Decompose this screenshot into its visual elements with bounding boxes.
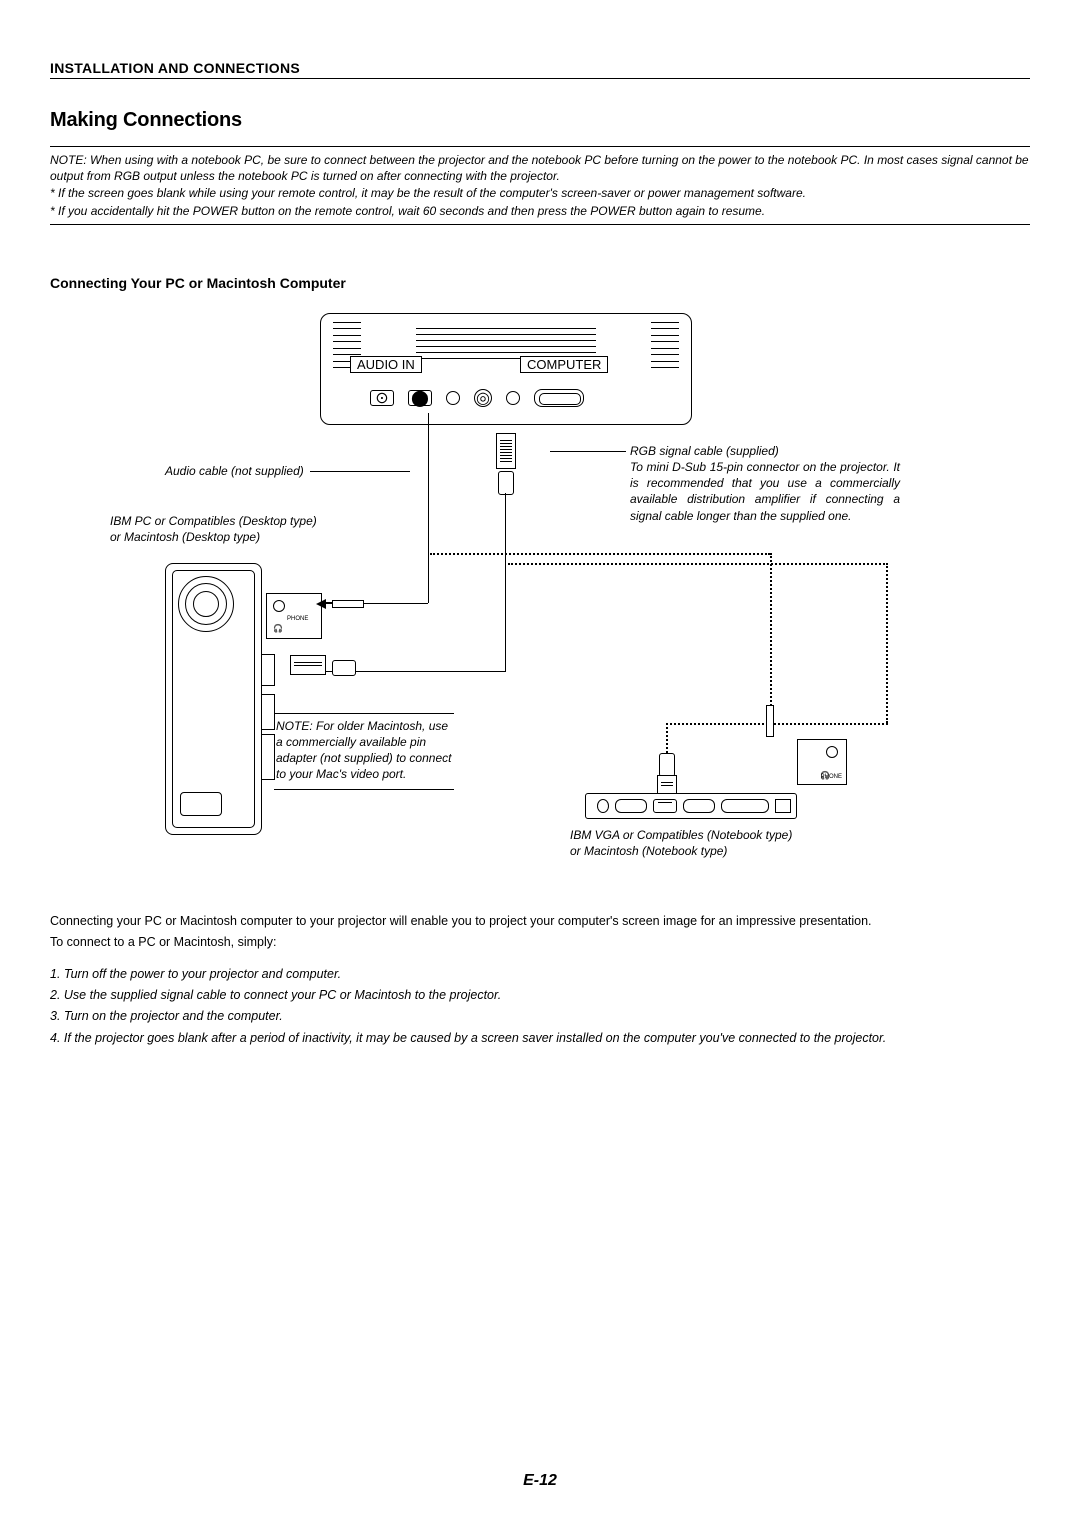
cable-line: [300, 671, 506, 672]
note-label: NOTE:: [50, 153, 87, 167]
port-icon: [597, 799, 609, 813]
cable-dashed: [886, 563, 888, 723]
subheading: Connecting Your PC or Macintosh Computer: [50, 275, 1030, 291]
leader-line: [310, 471, 410, 472]
notebook-pc-icon: [585, 793, 797, 819]
paragraph: Connecting your PC or Macintosh computer…: [50, 914, 872, 928]
vga-connector-icon: [496, 433, 516, 469]
port-icon: [653, 799, 677, 813]
label-notebook: IBM VGA or Compatibles (Notebook type) o…: [570, 827, 850, 859]
list-item: 4. If the projector goes blank after a p…: [50, 1028, 1030, 1049]
port-label-computer: COMPUTER: [520, 356, 608, 373]
cable-dashed: [508, 563, 888, 565]
port-icon: [261, 734, 275, 780]
port-icon: [180, 792, 222, 816]
steps-list: 1. Turn off the power to your projector …: [50, 964, 1030, 1049]
vga-port-icon: [534, 389, 584, 407]
audio-plug-icon: [766, 705, 774, 737]
running-head: INSTALLATION AND CONNECTIONS: [50, 60, 1030, 79]
body-text: Connecting your PC or Macintosh computer…: [50, 913, 1030, 1049]
port-label-audio: AUDIO IN: [350, 356, 422, 373]
phone-jack-panel: 🎧 PHONE: [797, 739, 847, 785]
cable-dashed: [666, 723, 888, 725]
port-icon: [683, 799, 715, 813]
paragraph: To connect to a PC or Macintosh, simply:: [50, 935, 276, 949]
ferrite-core-icon: [659, 753, 675, 777]
port-row: ⊙ ⬤ ◎: [356, 386, 656, 410]
vent-top-icon: [416, 328, 596, 358]
video-port-icon: ⬤: [408, 390, 432, 406]
audio-jack-icon: ◎: [474, 389, 492, 407]
port-icon: [261, 694, 275, 730]
port-icon: [721, 799, 769, 813]
leader-line: [550, 451, 626, 452]
audio-jack-icon: [446, 391, 460, 405]
list-item: 2. Use the supplied signal cable to conn…: [50, 985, 1030, 1006]
fan-icon: [178, 576, 234, 632]
ferrite-core-icon: [332, 660, 356, 676]
mac-note: NOTE: For older Macintosh, use a commerc…: [274, 713, 454, 790]
phone-label: PHONE: [821, 774, 842, 780]
cable-dashed: [430, 553, 770, 555]
note-text: When using with a notebook PC, be sure t…: [50, 153, 1029, 183]
document-page: INSTALLATION AND CONNECTIONS Making Conn…: [0, 0, 1080, 1526]
port-icon: [261, 654, 275, 686]
section-title: Making Connections: [50, 109, 1030, 132]
label-desktop: IBM PC or Compatibles (Desktop type) or …: [110, 513, 370, 545]
phone-jack-panel: 🎧 PHONE: [266, 593, 322, 639]
audio-plug-icon: [332, 600, 364, 608]
vga-connector-icon: [657, 775, 677, 795]
cable-line: [505, 561, 506, 671]
svideo-port-icon: ⊙: [370, 390, 394, 406]
port-icon: [775, 799, 791, 813]
note-bullet: * If you accidentally hit the POWER butt…: [50, 203, 1030, 219]
headphone-icon: 🎧: [273, 624, 283, 633]
cable-line: [505, 493, 506, 561]
cable-dashed: [666, 723, 668, 757]
port-icon: [615, 799, 647, 813]
ferrite-core-icon: [498, 471, 514, 495]
phone-label: PHONE: [287, 616, 308, 622]
label-rgb-cable: RGB signal cable (supplied) To mini D-Su…: [630, 443, 900, 524]
desktop-pc-icon: [165, 563, 262, 835]
list-item: 1. Turn off the power to your projector …: [50, 964, 1030, 985]
note-bullet: * If the screen goes blank while using y…: [50, 185, 1030, 201]
vga-connector-icon: [290, 655, 326, 675]
vent-icon: [651, 322, 679, 368]
page-number: E-12: [0, 1472, 1080, 1490]
note-block: NOTE: When using with a notebook PC, be …: [50, 147, 1030, 224]
divider: [50, 224, 1030, 225]
hole-icon: [506, 391, 520, 405]
list-item: 3. Turn on the projector and the compute…: [50, 1006, 1030, 1027]
cable-line: [428, 413, 429, 603]
connection-diagram: ⊙ ⬤ ◎ AUDIO IN COMPUTER Audio cable (not…: [50, 313, 1030, 873]
